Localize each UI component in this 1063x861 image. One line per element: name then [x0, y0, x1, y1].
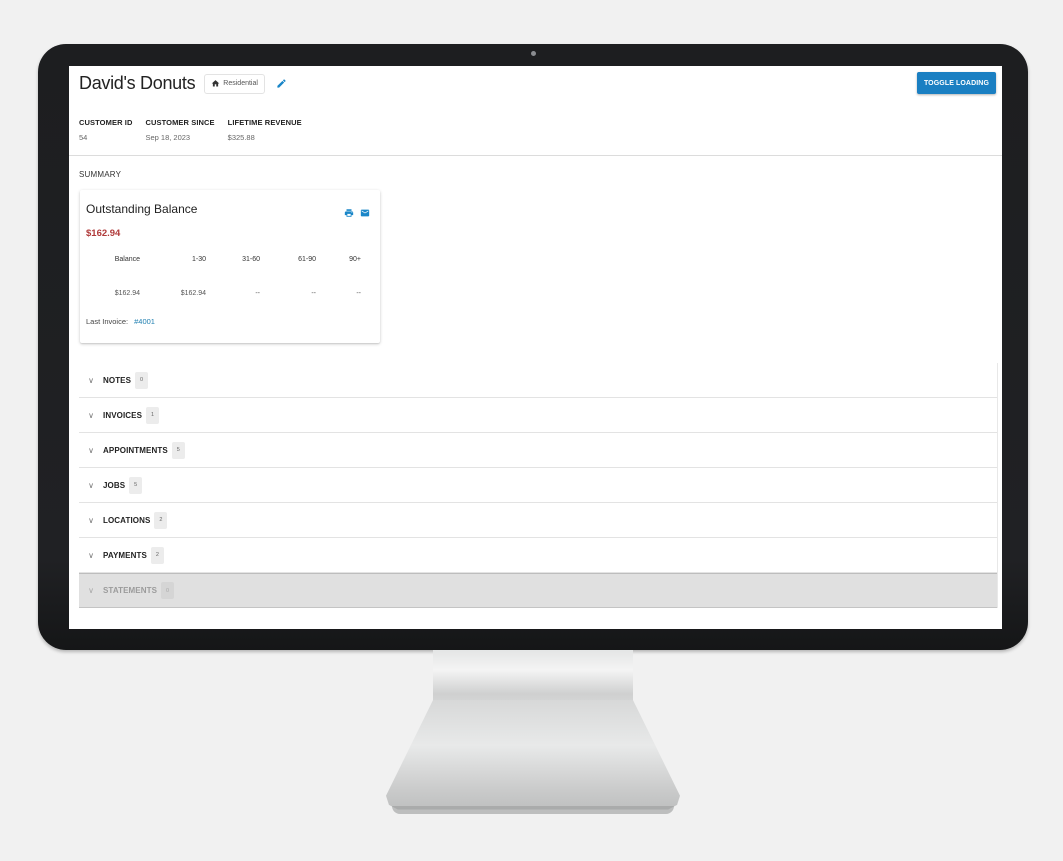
count-badge: 5: [171, 441, 185, 459]
customer-type-label: Residential: [223, 80, 258, 87]
chevron-down-icon: ∨: [88, 550, 94, 560]
accordion-label: JOBS: [103, 480, 126, 490]
aging-value-row: $162.94 $162.94 -- -- --: [86, 290, 371, 297]
print-icon[interactable]: [344, 205, 354, 217]
count-badge: 0: [161, 582, 175, 599]
toggle-loading-button[interactable]: TOGGLE LOADING: [916, 72, 996, 94]
card-actions: [344, 205, 370, 217]
count-badge: 0: [135, 371, 149, 389]
webcam-dot: [531, 51, 536, 56]
monitor-stand-edge: [392, 806, 674, 814]
accordion-locations[interactable]: ∨ LOCATIONS 2: [79, 503, 997, 538]
aging-header: 90+: [349, 256, 361, 263]
chevron-down-icon: ∨: [88, 480, 94, 490]
meta-value: $325.88: [227, 133, 255, 142]
aging-header: 1-30: [191, 256, 206, 263]
accordion-label: STATEMENTS: [103, 586, 158, 595]
customer-meta: CUSTOMER ID 54 CUSTOMER SINCE Sep 18, 20…: [79, 118, 315, 142]
last-invoice-label: Last Invoice:: [86, 317, 129, 326]
chevron-down-icon: ∨: [88, 410, 94, 420]
aging-value: --: [311, 290, 316, 297]
card-title: Outstanding Balance: [86, 202, 198, 216]
meta-lifetime-revenue: LIFETIME REVENUE $325.88: [228, 118, 302, 142]
accordion-payments[interactable]: ∨ PAYMENTS 2: [79, 538, 997, 573]
monitor-stand-base: [386, 700, 680, 810]
email-icon[interactable]: [360, 205, 370, 217]
accordion-notes[interactable]: ∨ NOTES 0: [79, 363, 997, 398]
aging-header-row: Balance 1-30 31-60 61-90 90+: [86, 256, 371, 263]
accordion-label: NOTES: [103, 375, 132, 385]
meta-customer-since: CUSTOMER SINCE Sep 18, 2023: [145, 118, 214, 142]
chevron-down-icon: ∨: [88, 375, 94, 385]
outstanding-balance-card: Outstanding Balance $162.94 Balance 1-30…: [80, 190, 380, 343]
outstanding-amount: $162.94: [86, 228, 121, 239]
chevron-down-icon: ∨: [88, 515, 94, 525]
accordion-label: INVOICES: [103, 410, 143, 420]
count-badge: 5: [129, 476, 143, 494]
count-badge: 2: [154, 511, 168, 529]
accordion-label: LOCATIONS: [103, 515, 151, 525]
summary-heading: SUMMARY: [79, 170, 122, 179]
customer-type-chip: Residential: [204, 73, 265, 94]
customer-header: David's Donuts Residential TOGGLE LOADIN…: [69, 66, 1002, 156]
chevron-down-icon: ∨: [88, 586, 94, 595]
accordion-label: APPOINTMENTS: [103, 445, 168, 455]
meta-customer-id: CUSTOMER ID 54: [79, 118, 132, 142]
home-icon: [212, 80, 220, 87]
meta-label: CUSTOMER ID: [79, 118, 133, 127]
aging-header: 31-60: [242, 256, 260, 263]
chevron-down-icon: ∨: [88, 445, 94, 455]
meta-value: Sep 18, 2023: [145, 133, 191, 142]
meta-label: CUSTOMER SINCE: [145, 118, 215, 127]
aging-value: $162.94: [114, 290, 140, 297]
meta-value: 54: [79, 133, 88, 142]
title-row: David's Donuts Residential: [79, 73, 287, 94]
last-invoice: Last Invoice: #4001: [86, 317, 155, 326]
meta-label: LIFETIME REVENUE: [227, 118, 302, 127]
last-invoice-link[interactable]: #4001: [134, 317, 155, 326]
count-badge: 1: [146, 406, 160, 424]
aging-value: --: [255, 290, 260, 297]
pencil-icon[interactable]: [276, 78, 287, 89]
accordion-jobs[interactable]: ∨ JOBS 5: [79, 468, 997, 503]
accordion-statements: ∨ STATEMENTS 0: [79, 573, 997, 608]
customer-name: David's Donuts: [79, 73, 196, 93]
aging-header: Balance: [114, 256, 140, 263]
app-screen: David's Donuts Residential TOGGLE LOADIN…: [69, 66, 1002, 629]
customer-sections-accordion: ∨ NOTES 0 ∨ INVOICES 1 ∨ APPOINTMENTS 5 …: [79, 363, 997, 608]
accordion-invoices[interactable]: ∨ INVOICES 1: [79, 398, 997, 433]
count-badge: 2: [150, 546, 164, 564]
accordion-appointments[interactable]: ∨ APPOINTMENTS 5: [79, 433, 997, 468]
accordion-label: PAYMENTS: [103, 550, 147, 560]
aging-header: 61-90: [298, 256, 316, 263]
aging-table: Balance 1-30 31-60 61-90 90+ $162.94 $16…: [86, 256, 371, 297]
aging-value: $162.94: [180, 290, 206, 297]
aging-value: --: [356, 290, 361, 297]
